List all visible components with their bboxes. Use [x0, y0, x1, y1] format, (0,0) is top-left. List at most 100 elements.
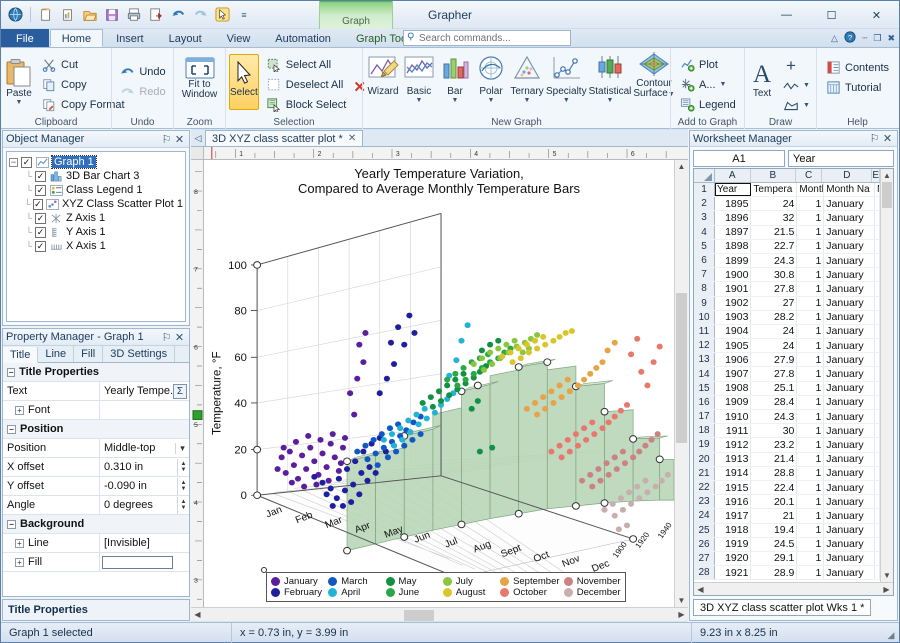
table-cell[interactable]: 1897: [715, 226, 751, 239]
scroll-up-icon[interactable]: ▲: [881, 169, 894, 182]
basic-dropdown-arrow[interactable]: ▼: [416, 97, 423, 104]
tab-view[interactable]: View: [215, 29, 263, 47]
column-header-a[interactable]: A: [715, 169, 751, 182]
draw-polygon-button[interactable]: ▼: [778, 96, 815, 115]
canvas-horizontal-scrollbar[interactable]: ◀ ▶: [191, 607, 688, 621]
table-row[interactable]: 27192029.11January: [694, 552, 880, 566]
object-manager-close-icon[interactable]: ✕: [173, 133, 186, 146]
new-plot-icon[interactable]: [58, 5, 78, 25]
table-row[interactable]: 181911301January: [694, 424, 880, 438]
tree-checkbox[interactable]: ✓: [35, 171, 46, 182]
deselect-all-button[interactable]: Deselect All: [261, 75, 352, 94]
table-cell[interactable]: January: [824, 268, 875, 281]
formula-sigma-button[interactable]: Σ: [173, 384, 187, 399]
table-cell[interactable]: January: [824, 509, 875, 522]
table-cell[interactable]: 1: [797, 453, 824, 466]
table-cell[interactable]: 1906: [715, 353, 751, 366]
add-axis-button[interactable]: A... ▼: [674, 75, 741, 94]
table-cell[interactable]: 1: [797, 268, 824, 281]
table-cell[interactable]: January: [824, 566, 875, 579]
row-number[interactable]: 13: [694, 353, 715, 366]
table-cell[interactable]: January: [824, 552, 875, 565]
table-cell[interactable]: 1: [797, 538, 824, 551]
table-cell[interactable]: 30.8: [751, 268, 797, 281]
table-cell[interactable]: January: [824, 367, 875, 380]
scroll-left-icon[interactable]: ◀: [191, 608, 204, 621]
table-cell[interactable]: 1: [797, 282, 824, 295]
basic-graph-button[interactable]: Basic ▼: [402, 50, 436, 104]
ternary-dropdown-arrow[interactable]: ▼: [524, 97, 531, 104]
table-cell[interactable]: 28.4: [751, 396, 797, 409]
table-cell[interactable]: January: [824, 438, 875, 451]
table-cell[interactable]: 24: [751, 197, 797, 210]
plot-canvas[interactable]: Yearly Temperature Variation, Compared t…: [204, 160, 674, 607]
cell-d1[interactable]: Month Na: [824, 183, 875, 196]
table-row[interactable]: 21895241January: [694, 197, 880, 211]
section-expander-icon[interactable]: −: [7, 520, 16, 529]
tree-expander[interactable]: −: [9, 158, 18, 167]
table-cell[interactable]: 1915: [715, 481, 751, 494]
table-row[interactable]: 6189924.31January: [694, 254, 880, 268]
angle-spinner[interactable]: ▲▼: [177, 497, 189, 514]
scroll-right-icon[interactable]: ▶: [880, 583, 893, 596]
table-cell[interactable]: 1918: [715, 524, 751, 537]
row-number[interactable]: 2: [694, 197, 715, 210]
line-expander-icon[interactable]: +: [15, 539, 24, 548]
redo-icon[interactable]: [190, 5, 210, 25]
scroll-left-icon[interactable]: ◀: [694, 583, 707, 596]
table-cell[interactable]: January: [824, 524, 875, 537]
statistical-dropdown-arrow[interactable]: ▼: [607, 97, 614, 104]
tree-node-y-axis[interactable]: └ ✓ Y Axis 1: [9, 225, 183, 239]
row-number[interactable]: 24: [694, 509, 715, 522]
table-row[interactable]: 1 Year Tempera Month Month Na Mon: [694, 183, 880, 197]
tab-layout[interactable]: Layout: [157, 29, 214, 47]
table-cell[interactable]: January: [824, 453, 875, 466]
table-cell[interactable]: 1920: [715, 552, 751, 565]
table-cell[interactable]: January: [824, 481, 875, 494]
cell-reference-box[interactable]: A1: [693, 150, 785, 167]
minimize-button[interactable]: —: [764, 1, 809, 29]
property-value-text[interactable]: Yearly Tempe...: [104, 385, 173, 397]
open-icon[interactable]: [80, 5, 100, 25]
table-cell[interactable]: January: [824, 353, 875, 366]
worksheet-horizontal-scrollbar[interactable]: ◀ ▶: [694, 582, 893, 595]
worksheet-grid[interactable]: A B C D E 1 Year Tempera: [693, 168, 894, 596]
scroll-down-icon[interactable]: ▼: [675, 594, 688, 607]
property-value-angle[interactable]: 0 degrees: [104, 499, 177, 511]
canvas-vertical-scrollbar[interactable]: ▲ ▼: [674, 160, 688, 607]
table-cell[interactable]: 1: [797, 382, 824, 395]
table-row[interactable]: 241917211January: [694, 509, 880, 523]
table-cell[interactable]: 28.8: [751, 467, 797, 480]
cell-b1[interactable]: Tempera: [751, 183, 797, 196]
row-number[interactable]: 14: [694, 367, 715, 380]
table-cell[interactable]: 1905: [715, 339, 751, 352]
table-cell[interactable]: 22.4: [751, 481, 797, 494]
property-row-fill[interactable]: + Fill: [3, 553, 189, 572]
table-cell[interactable]: 24.5: [751, 538, 797, 551]
x-offset-spinner[interactable]: ▲▼: [177, 459, 189, 476]
table-cell[interactable]: 1913: [715, 453, 751, 466]
window-controls[interactable]: — ☐ ✕: [764, 1, 899, 29]
table-row[interactable]: 25191819.41January: [694, 524, 880, 538]
row-number[interactable]: 11: [694, 325, 715, 338]
y-offset-spinner[interactable]: ▲▼: [177, 478, 189, 495]
fill-color-swatch[interactable]: [102, 556, 173, 569]
table-row[interactable]: 16190928.41January: [694, 396, 880, 410]
text-tool-button[interactable]: A Text: [748, 52, 776, 100]
table-cell[interactable]: January: [824, 495, 875, 508]
table-row[interactable]: 7190030.81January: [694, 268, 880, 282]
restore-window-icon[interactable]: ❐: [873, 33, 881, 44]
table-cell[interactable]: January: [824, 325, 875, 338]
table-cell[interactable]: 1: [797, 410, 824, 423]
fit-to-window-button[interactable]: Fit to Window: [177, 52, 222, 101]
table-cell[interactable]: 1898: [715, 240, 751, 253]
table-cell[interactable]: 1910: [715, 410, 751, 423]
table-cell[interactable]: 21: [751, 509, 797, 522]
table-cell[interactable]: 22.7: [751, 240, 797, 253]
table-cell[interactable]: January: [824, 254, 875, 267]
redo-button[interactable]: Redo: [114, 82, 170, 101]
polygon-dropdown-arrow[interactable]: ▼: [803, 102, 810, 109]
table-cell[interactable]: January: [824, 282, 875, 295]
table-cell[interactable]: 1902: [715, 297, 751, 310]
font-expander-icon[interactable]: +: [15, 406, 24, 415]
